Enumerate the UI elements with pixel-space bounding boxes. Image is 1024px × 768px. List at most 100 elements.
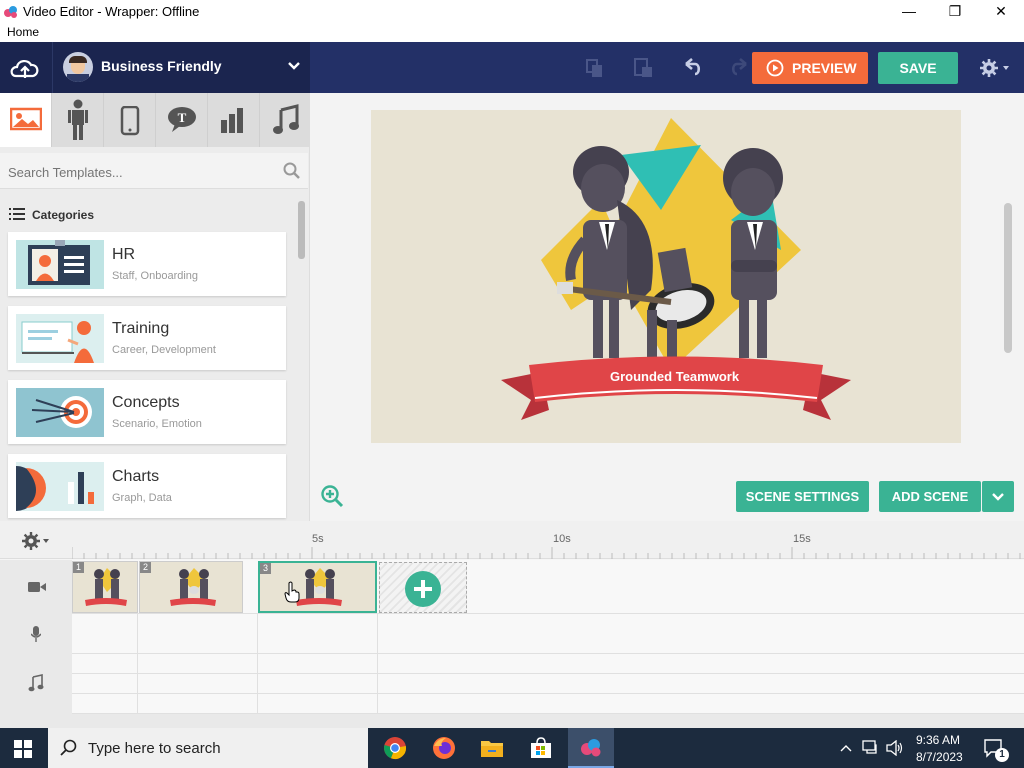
category-card-concepts[interactable]: Concepts Scenario, Emotion — [8, 380, 286, 444]
timeline-settings-icon[interactable] — [20, 531, 54, 551]
phone-icon — [120, 106, 140, 136]
list-icon — [9, 208, 25, 220]
menu-home[interactable]: Home — [7, 25, 39, 39]
theme-name[interactable]: Business Friendly — [101, 58, 222, 74]
voice-track[interactable] — [72, 614, 1024, 654]
search-icon[interactable] — [283, 162, 301, 180]
windows-start-icon[interactable] — [14, 740, 32, 758]
preview-button[interactable]: PREVIEW — [752, 52, 868, 84]
clock-time[interactable]: 9:36 AM — [916, 733, 960, 747]
svg-text:T: T — [178, 110, 187, 125]
category-card-hr[interactable]: HR Staff, Onboarding — [8, 232, 286, 296]
title-bar: Video Editor - Wrapper: Offline — ❐ ✕ — [0, 0, 1024, 24]
ruler-label-10s: 10s — [553, 533, 571, 545]
chevron-up-icon[interactable] — [840, 743, 852, 753]
maximize-button[interactable]: ❐ — [932, 0, 978, 24]
chevron-down-icon — [992, 493, 1004, 501]
scene-thumbnail-1[interactable]: 1 — [72, 561, 138, 613]
scene-divider — [257, 614, 258, 714]
stage-area: Grounded Teamwork SCENE SETTINGS ADD SCE… — [310, 93, 1024, 521]
ruler-label-15s: 15s — [793, 533, 811, 545]
folder-icon — [481, 741, 503, 757]
add-scene-dropdown[interactable] — [982, 481, 1014, 512]
timeline-ruler: 5s 10s 15s — [0, 521, 1024, 559]
undo-icon[interactable] — [675, 51, 709, 85]
hand-cursor-icon — [284, 581, 300, 603]
scene-thumbnail-2[interactable]: 2 — [139, 561, 243, 613]
play-circle-icon — [766, 59, 784, 77]
close-button[interactable]: ✕ — [978, 0, 1024, 24]
scene-illustration — [501, 118, 851, 420]
add-icon — [405, 571, 441, 607]
chrome-taskbar-app[interactable] — [375, 732, 415, 764]
music-note-icon — [28, 674, 44, 692]
template-search — [0, 153, 308, 189]
hr-thumbnail — [16, 240, 104, 289]
volume-icon[interactable] — [886, 740, 904, 756]
category-card-charts[interactable]: Charts Graph, Data — [8, 454, 286, 518]
tab-props[interactable] — [104, 93, 156, 147]
store-icon — [531, 737, 551, 758]
ruler-ticks — [72, 547, 1021, 559]
charts-thumbnail — [16, 462, 104, 511]
scene-number: 1 — [73, 562, 84, 573]
scene-settings-button[interactable]: SCENE SETTINGS — [736, 481, 869, 512]
card-title: Training — [112, 320, 170, 337]
paste-icon[interactable] — [626, 51, 660, 85]
music-track-label — [0, 654, 72, 714]
search-input[interactable] — [8, 161, 278, 183]
categories-heading: Categories — [32, 208, 95, 222]
card-subtitle: Graph, Data — [112, 492, 172, 504]
stage-scrollbar[interactable] — [1004, 203, 1012, 353]
card-subtitle: Scenario, Emotion — [112, 418, 202, 430]
preview-label: PREVIEW — [792, 60, 857, 76]
theme-selector-area: Business Friendly — [0, 42, 310, 93]
banner-text: Grounded Teamwork — [610, 369, 740, 384]
taskbar: Type here to search 9:36 AM 8/7/2023 1 — [0, 728, 1024, 768]
add-scene-button[interactable]: ADD SCENE — [879, 481, 981, 512]
taskbar-search[interactable]: Type here to search — [48, 728, 368, 768]
person-icon — [68, 99, 88, 140]
card-title: HR — [112, 246, 136, 263]
minimize-button[interactable]: — — [886, 0, 932, 24]
tab-characters[interactable] — [52, 93, 104, 147]
music-track[interactable] — [72, 654, 1024, 674]
video-editor-taskbar-app[interactable] — [568, 728, 614, 768]
firefox-taskbar-app[interactable] — [424, 732, 464, 764]
scene-thumbnail-3-selected[interactable]: 3 — [258, 561, 377, 613]
music-track-3[interactable] — [72, 694, 1024, 714]
theme-avatar — [63, 52, 93, 82]
cloud-upload-icon[interactable] — [8, 54, 42, 82]
top-toolbar: Business Friendly PREVIEW SAVE — [0, 42, 1024, 93]
category-card-training[interactable]: Training Career, Development — [8, 306, 286, 370]
speech-bubble-icon: T — [168, 107, 196, 132]
file-explorer-taskbar-app[interactable] — [472, 732, 512, 764]
scene-divider — [377, 614, 378, 714]
settings-gear-icon[interactable] — [978, 56, 1012, 80]
add-scene-slot[interactable] — [379, 562, 467, 613]
network-icon[interactable] — [862, 740, 880, 756]
bar-chart-icon — [221, 108, 243, 133]
music-track-2[interactable] — [72, 674, 1024, 694]
notification-badge: 1 — [995, 748, 1009, 762]
tab-charts[interactable] — [208, 93, 260, 147]
scene-number: 3 — [260, 563, 271, 574]
tab-backgrounds[interactable] — [0, 93, 52, 147]
timeline-scrollbar[interactable] — [0, 714, 1024, 728]
image-icon — [10, 107, 42, 131]
copy-icon[interactable] — [578, 51, 612, 85]
tab-text[interactable]: T — [156, 93, 208, 147]
zoom-in-icon[interactable] — [320, 484, 344, 508]
asset-panel: T Categories — [0, 93, 310, 521]
save-button[interactable]: SAVE — [878, 52, 958, 84]
chevron-down-icon[interactable] — [287, 61, 301, 71]
tab-music[interactable] — [260, 93, 312, 147]
panel-scrollbar[interactable] — [298, 201, 305, 259]
scene-divider — [137, 614, 138, 714]
concepts-thumbnail — [16, 388, 104, 437]
menu-bar: Home — [0, 24, 1024, 42]
scene-canvas[interactable]: Grounded Teamwork — [371, 110, 961, 443]
clock-date[interactable]: 8/7/2023 — [916, 750, 963, 764]
scene-number: 2 — [140, 562, 151, 573]
store-taskbar-app[interactable] — [521, 732, 561, 764]
